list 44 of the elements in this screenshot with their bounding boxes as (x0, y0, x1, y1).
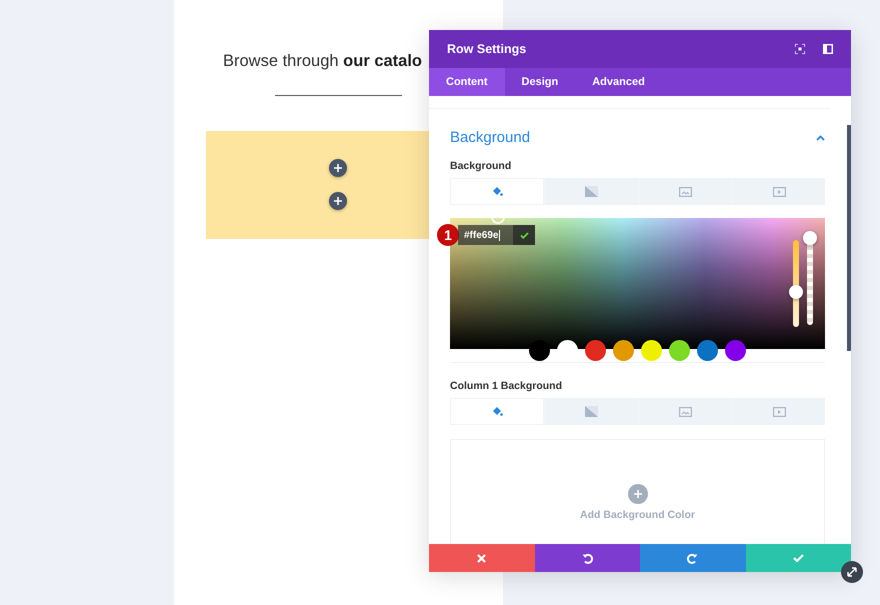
color-type-tab[interactable] (450, 398, 544, 425)
dialog-tab[interactable]: Design (504, 68, 576, 96)
apply-button[interactable] (513, 225, 535, 245)
dialog-tab[interactable]: Content (429, 68, 505, 96)
image-icon (678, 406, 692, 416)
color-swatch[interactable] (641, 340, 662, 361)
resize-handle[interactable] (841, 561, 863, 583)
chevron-icon[interactable] (816, 134, 825, 140)
check-icon (520, 232, 528, 238)
field-label: Column 1 Background (450, 380, 564, 392)
plus-icon (334, 164, 342, 172)
add-color-button[interactable] (628, 484, 648, 504)
add-module-button[interactable] (329, 192, 347, 210)
add-module-button[interactable] (329, 159, 347, 177)
color-swatch[interactable] (585, 340, 606, 361)
hex-input[interactable]: #ffe69e (458, 225, 535, 245)
paint-bucket-icon (490, 186, 503, 197)
close-icon (477, 554, 486, 562)
section-title[interactable]: Background (450, 129, 530, 146)
sidebar-icon[interactable] (823, 44, 833, 54)
image-icon (678, 186, 692, 196)
plus-icon (334, 197, 342, 205)
color-swatch[interactable] (669, 340, 690, 361)
dialog-title: Row Settings (447, 42, 528, 56)
fullscreen-icon[interactable] (795, 44, 805, 54)
check-icon (792, 554, 804, 562)
color-swatch[interactable] (725, 340, 746, 361)
color-type-tab[interactable] (450, 178, 544, 205)
color-picker[interactable] (450, 218, 825, 349)
video-icon (772, 186, 786, 196)
field-label: Background (450, 160, 512, 172)
gradient-icon (585, 186, 598, 197)
color-swatch[interactable] (529, 340, 550, 361)
paint-bucket-icon (490, 406, 503, 417)
dialog-tab[interactable]: Advanced (575, 68, 662, 96)
video-icon (772, 406, 786, 416)
redo-icon (687, 552, 698, 564)
gradient-icon (585, 406, 598, 417)
color-swatch[interactable] (613, 340, 634, 361)
undo-icon (582, 552, 593, 564)
step-badge: 1 (437, 224, 459, 246)
save-button[interactable] (746, 544, 851, 572)
color-swatch[interactable] (697, 340, 718, 361)
plus-icon (634, 490, 642, 498)
